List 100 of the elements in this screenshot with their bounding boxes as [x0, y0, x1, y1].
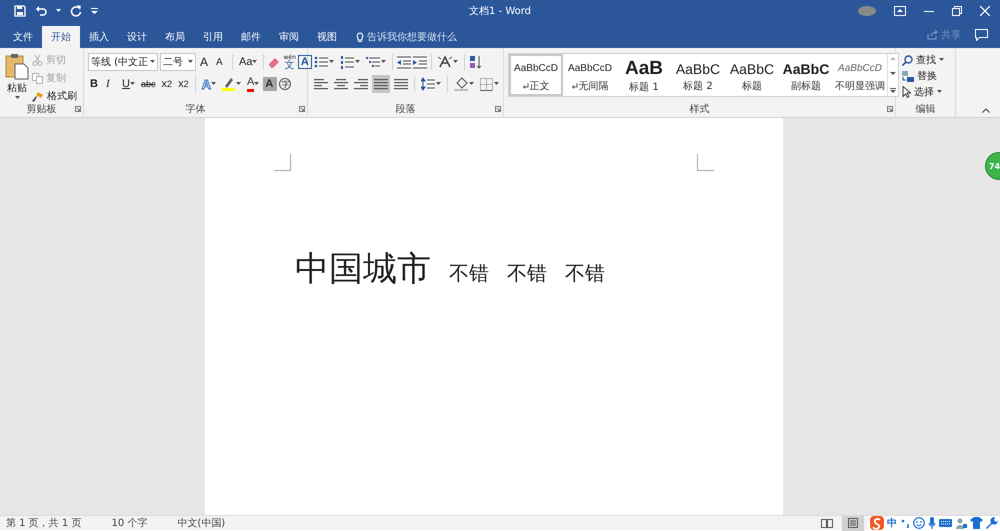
dialog-launcher-icon[interactable] — [299, 106, 305, 112]
emoji-icon[interactable] — [913, 517, 925, 529]
document-text: 不错 — [507, 260, 547, 287]
editing-command[interactable]: 替换 — [900, 68, 946, 84]
style-item[interactable]: AaBbCcD 正文 — [509, 54, 563, 96]
microphone-icon[interactable] — [928, 517, 936, 529]
clipboard-command[interactable]: 格式刷 — [30, 88, 79, 104]
keyboard-icon[interactable] — [939, 518, 952, 528]
comment-icon[interactable] — [975, 29, 988, 41]
caret-icon[interactable] — [211, 82, 216, 86]
ribbon-tab[interactable]: 引用 — [194, 26, 232, 48]
save-icon[interactable] — [14, 5, 26, 17]
document-text: 不错 — [449, 260, 489, 287]
editing-command[interactable]: 查找 — [900, 52, 946, 68]
ribbon-tab[interactable]: 设计 — [118, 26, 156, 48]
restore-icon[interactable] — [952, 6, 962, 16]
highlight-button[interactable] — [220, 75, 244, 93]
decrease-indent-icon[interactable] — [397, 55, 411, 69]
line-spacing-icon — [421, 77, 435, 91]
caret-icon[interactable] — [150, 60, 156, 64]
caret-icon[interactable] — [252, 60, 258, 64]
shrink-font-button[interactable]: A — [214, 53, 228, 71]
group-label: 字体 — [186, 104, 206, 117]
increase-indent-icon[interactable] — [413, 55, 427, 69]
editing-command[interactable]: 选择 — [900, 84, 946, 100]
status-text: 10 个字 — [111, 516, 148, 530]
grow-font-button[interactable]: A — [198, 53, 212, 71]
sort-icon[interactable] — [469, 55, 483, 69]
line-spacing-button[interactable] — [419, 75, 443, 93]
style-preview: AaB — [624, 58, 663, 80]
caret-icon[interactable] — [494, 82, 499, 86]
customize-icon[interactable] — [91, 8, 98, 14]
enclose-characters-button[interactable]: 字 — [279, 78, 292, 90]
style-item[interactable]: AaBbCcD 不明显强调 — [833, 54, 887, 96]
style-item[interactable]: AaBbC 标题 — [725, 54, 779, 96]
caret-icon[interactable] — [254, 82, 260, 86]
tell-me-field[interactable]: 告诉我你想要做什么 — [367, 30, 457, 44]
redo-icon[interactable] — [70, 5, 82, 17]
font-color-button[interactable]: A — [245, 75, 262, 93]
input-mode-toggle[interactable]: 中 — [887, 516, 897, 530]
punctuation-icon[interactable] — [900, 518, 910, 528]
avatar-icon — [858, 6, 876, 16]
bold-button[interactable]: B — [88, 75, 102, 93]
paste-button[interactable]: 粘贴 — [4, 52, 30, 100]
close-icon[interactable] — [980, 6, 990, 16]
ribbon-tab[interactable]: 视图 — [308, 26, 346, 48]
style-item[interactable]: AaBbC 标题 2 — [671, 54, 725, 96]
ribbon-tab[interactable]: 开始 — [42, 26, 80, 48]
caret-icon[interactable] — [937, 90, 942, 94]
caret-icon[interactable] — [436, 82, 441, 86]
borders-button[interactable] — [478, 75, 501, 93]
style-name: 副标题 — [791, 80, 821, 93]
scroll-down-icon[interactable] — [890, 72, 896, 76]
character-border-button[interactable]: A — [298, 55, 312, 69]
paint-bucket-icon — [454, 77, 468, 91]
collapse-ribbon-icon[interactable] — [982, 108, 990, 113]
dialog-launcher-icon[interactable] — [495, 106, 501, 112]
shirt-icon[interactable] — [970, 517, 983, 529]
ribbon-display-icon[interactable] — [894, 6, 906, 16]
change-case-button[interactable]: Aa — [237, 53, 260, 71]
caret-icon[interactable] — [130, 82, 135, 86]
style-item[interactable]: AaB 标题 1 — [617, 54, 671, 96]
caret-icon[interactable] — [188, 60, 193, 64]
ribbon-tab[interactable]: 布局 — [156, 26, 194, 48]
character-shading-button[interactable]: A — [263, 77, 278, 91]
style-preview: AaBbCcD — [838, 62, 882, 76]
ribbon-tab[interactable]: 审阅 — [270, 26, 308, 48]
caret-icon[interactable] — [355, 60, 360, 64]
caret-icon[interactable] — [56, 9, 61, 13]
caret-icon[interactable] — [469, 82, 474, 86]
view-button[interactable] — [842, 516, 864, 530]
numbering-button[interactable] — [338, 53, 362, 71]
shading-button[interactable] — [452, 75, 476, 93]
caret-icon[interactable] — [381, 60, 386, 64]
user-icon[interactable] — [955, 517, 967, 529]
eraser-icon[interactable] — [268, 56, 282, 68]
caret-icon[interactable] — [236, 82, 242, 86]
bullet-list-icon — [314, 55, 328, 69]
more-icon[interactable] — [890, 88, 896, 94]
style-item[interactable]: AaBbCcD 无间隔 — [563, 54, 617, 96]
ribbon-tab[interactable]: 文件 — [4, 26, 42, 48]
caret-icon[interactable] — [453, 60, 458, 64]
dialog-launcher-icon[interactable] — [75, 106, 81, 112]
caret-icon[interactable] — [329, 60, 334, 64]
font-name-field[interactable]: 等线 (中文正 — [88, 53, 158, 71]
caret-icon[interactable] — [939, 58, 944, 62]
strikethrough-button[interactable]: abc — [138, 75, 158, 93]
lightbulb-icon[interactable] — [356, 32, 364, 42]
italic-button[interactable]: I — [104, 75, 118, 93]
font-size-field[interactable]: 二号 — [160, 53, 196, 71]
ribbon-tab[interactable]: 插入 — [80, 26, 118, 48]
dialog-launcher-icon[interactable] — [887, 106, 893, 112]
ime-logo-icon[interactable] — [870, 516, 884, 530]
style-preview: AaBbCcD — [568, 62, 612, 76]
underline-button[interactable]: U — [120, 75, 137, 93]
ribbon-tab[interactable]: 邮件 — [232, 26, 270, 48]
style-item[interactable]: AaBbC 副标题 — [779, 54, 833, 96]
wrench-icon[interactable] — [986, 517, 998, 529]
undo-icon[interactable] — [35, 5, 47, 17]
caret-icon[interactable] — [14, 96, 20, 100]
